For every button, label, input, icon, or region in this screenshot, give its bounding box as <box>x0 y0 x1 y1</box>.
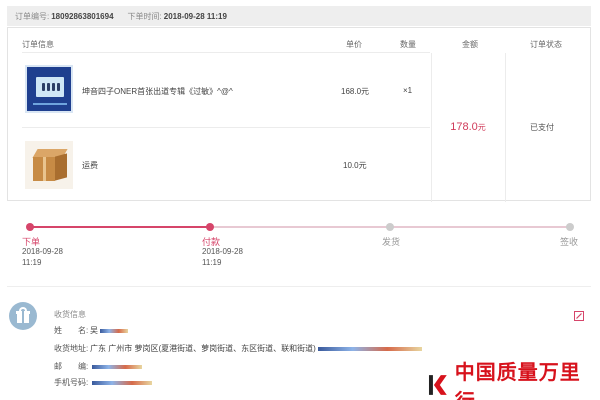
brand-logo-icon <box>428 375 447 395</box>
progress-step-label: 签收 <box>560 237 579 247</box>
shipping-info-title: 收货信息 <box>54 310 86 319</box>
order-header: 订单编号: 18092863801694 下单时间: 2018-09-28 11… <box>7 6 591 26</box>
shipping-fee-price: 10.0元 <box>343 161 367 170</box>
column-header-info: 订单信息 <box>22 40 54 49</box>
order-total-unit: 元 <box>477 123 486 132</box>
recipient-name-label: 姓 名: <box>54 326 89 335</box>
progress-step-label: 发货 <box>382 237 401 247</box>
recipient-name-row: 姓 名: 吴 <box>54 325 128 336</box>
item-title-link[interactable]: 坤音四子ONER首张出道专辑《过敏》^@^ <box>82 86 233 97</box>
redacted-mark <box>317 346 422 351</box>
progress-fill <box>30 226 210 228</box>
column-header-status: 订单状态 <box>530 40 562 49</box>
progress-step-date: 2018-09-28 11:19 <box>202 247 243 267</box>
column-header-unit-price: 单价 <box>346 40 362 49</box>
postcode-row: 邮 编: <box>54 361 142 372</box>
progress-step-dot <box>26 223 34 231</box>
redacted-mark <box>92 364 142 369</box>
item-unit-price: 168.0元 <box>341 87 370 96</box>
redacted-mark <box>92 380 152 385</box>
order-number: 18092863801694 <box>51 11 114 21</box>
item-quantity: ×1 <box>403 86 413 95</box>
section-divider <box>7 286 591 287</box>
order-table: 订单信息 单价 数量 金额 订单状态 坤音四子ONER首张出道专辑《过敏》^@^… <box>7 27 591 202</box>
column-divider <box>431 53 432 202</box>
progress-step-dot <box>386 223 394 231</box>
watermark: 中国质量万里行 <box>427 356 600 400</box>
progress-step-dot <box>206 223 214 231</box>
phone-row: 手机号码: <box>54 377 152 388</box>
gift-icon <box>9 302 37 330</box>
row-divider <box>22 127 430 128</box>
progress-step-date: 2018-09-28 11:19 <box>22 247 63 267</box>
postcode-label: 邮 编: <box>54 362 89 371</box>
address-label: 收货地址: <box>54 344 89 353</box>
header-divider <box>22 52 430 53</box>
album-cover-image[interactable] <box>25 65 73 113</box>
progress-step-dot <box>566 223 574 231</box>
shipping-fee-label: 运费 <box>82 161 98 170</box>
watermark-text: 中国质量万里行 <box>454 360 581 400</box>
order-total-amount: 178.0 <box>450 121 478 133</box>
order-time: 2018-09-28 11:19 <box>163 11 227 21</box>
order-status: 已支付 <box>530 123 554 132</box>
column-header-quantity: 数量 <box>400 40 416 49</box>
recipient-name: 吴 <box>90 326 98 335</box>
order-time-label: 下单时间: <box>127 11 162 21</box>
phone-label: 手机号码: <box>54 378 89 387</box>
address-row: 收货地址: 广东 广州市 萝岗区(夏港街道、萝岗街道、东区街道、联和街道) <box>54 343 422 354</box>
package-box-image <box>25 141 73 189</box>
order-total: 178.0元 <box>438 121 498 133</box>
address-value: 广东 广州市 萝岗区(夏港街道、萝岗街道、东区街道、联和街道) <box>90 344 316 353</box>
order-number-label: 订单编号: <box>15 11 50 21</box>
edit-icon[interactable] <box>574 311 584 321</box>
column-header-amount: 金额 <box>462 40 478 49</box>
redacted-mark <box>100 328 128 333</box>
